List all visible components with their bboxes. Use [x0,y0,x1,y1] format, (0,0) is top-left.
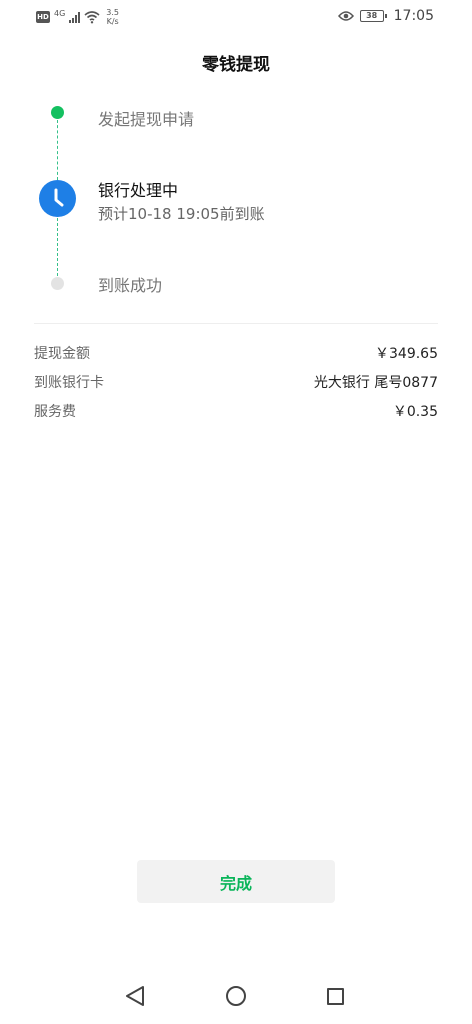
step-pending-dot [51,277,64,290]
hd-icon: HD [36,11,50,23]
timeline-connector-top [57,120,58,180]
wifi-icon [84,11,100,24]
detail-value: 光大银行 尾号0877 [313,375,438,391]
step-label-processing: 银行处理中 [98,181,179,200]
step-label-arrived: 到账成功 [98,276,163,295]
detail-row-service-fee: 服务费 ￥0.35 [34,401,438,421]
signal-icon [69,11,81,23]
detail-row-bank-card: 到账银行卡 光大银行 尾号0877 [34,372,438,392]
network-speed: 3.5 K/s [106,8,119,26]
back-icon[interactable] [124,984,146,1008]
detail-label: 到账银行卡 [34,375,104,391]
recent-apps-icon[interactable] [327,988,344,1005]
network-type: 4G [54,8,66,18]
detail-value: ￥349.65 [375,346,438,362]
detail-label: 服务费 [34,404,76,420]
detail-value: ￥0.35 [392,404,438,420]
eye-icon [337,11,354,21]
withdrawal-screen: HD 4G 3.5 K/s 38 17:05 零钱提现 发起提现申请 银行处理中… [0,0,472,1024]
timeline-connector-bottom [57,218,58,276]
status-bar: HD 4G 3.5 K/s 38 17:05 [0,0,472,36]
detail-row-amount: 提现金额 ￥349.65 [34,343,438,363]
clock-icon [39,180,76,217]
section-divider [34,323,438,324]
clock-time: 17:05 [393,8,434,24]
system-nav-bar [0,980,472,1016]
step-estimate: 预计10-18 19:05前到账 [98,205,265,223]
speed-unit: K/s [106,17,119,26]
done-button[interactable]: 完成 [137,860,335,903]
battery-icon: 38 [359,10,387,22]
home-icon[interactable] [226,986,246,1006]
speed-value: 3.5 [106,8,120,17]
status-right: 38 17:05 [337,8,434,24]
page-title: 零钱提现 [202,55,270,75]
step-done-dot [51,106,64,119]
detail-label: 提现金额 [34,346,90,362]
step-label-apply: 发起提现申请 [98,110,195,129]
status-left: HD 4G 3.5 K/s [36,8,119,26]
